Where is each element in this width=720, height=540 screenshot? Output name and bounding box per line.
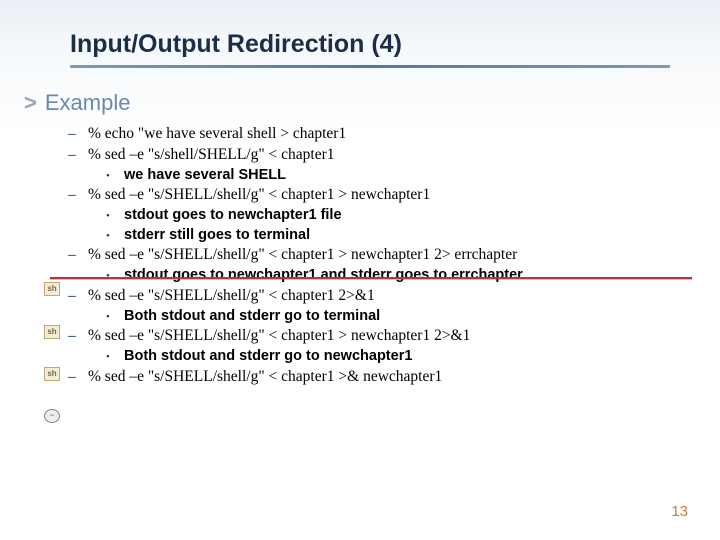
sub-text: stdout goes to newchapter1 file <box>124 206 342 226</box>
subtitle-row: > Example <box>24 90 720 116</box>
underline-red <box>50 277 692 279</box>
dash-icon: – <box>68 286 80 307</box>
sub-text: stderr still goes to terminal <box>124 226 310 246</box>
dash-icon: – <box>68 245 80 266</box>
sub-text: Both stdout and stderr go to newchapter1 <box>124 347 412 367</box>
sub-item: • stderr still goes to terminal <box>68 226 700 246</box>
sub-item: • stdout goes to newchapter1 file <box>68 206 700 226</box>
bullet-icon: • <box>106 166 116 184</box>
cmd-text: % sed –e "s/SHELL/shell/g" < chapter1 >&… <box>88 367 442 388</box>
sub-text: we have several SHELL <box>124 166 286 186</box>
dash-icon: – <box>68 145 80 166</box>
dash-icon: – <box>68 185 80 206</box>
chevron-icon: > <box>24 90 37 116</box>
title-underline <box>70 65 670 68</box>
list-item: – % echo "we have several shell > chapte… <box>68 124 700 145</box>
sh-shell-icon: sh <box>44 282 60 296</box>
slide: Input/Output Redirection (4) > Example –… <box>0 0 720 388</box>
list-item: – % sed –e "s/SHELL/shell/g" < chapter1 … <box>68 367 700 388</box>
sub-item: • Both stdout and stderr go to newchapte… <box>68 347 700 367</box>
cmd-text: % sed –e "s/SHELL/shell/g" < chapter1 > … <box>88 326 470 347</box>
list-item: – % sed –e "s/SHELL/shell/g" < chapter1 … <box>68 245 700 266</box>
bullet-icon: • <box>106 347 116 365</box>
bullet-icon: • <box>106 226 116 244</box>
cmd-text: % sed –e "s/SHELL/shell/g" < chapter1 > … <box>88 185 430 206</box>
list-item: – % sed –e "s/SHELL/shell/g" < chapter1 … <box>68 286 700 307</box>
bullet-icon: • <box>106 206 116 224</box>
slide-title: Input/Output Redirection (4) <box>70 30 670 59</box>
list-item: – % sed –e "s/shell/SHELL/g" < chapter1 <box>68 145 700 166</box>
cmd-text: % echo "we have several shell > chapter1 <box>88 124 346 145</box>
sh-shell-icon: sh <box>44 367 60 381</box>
csh-shell-icon: ~ <box>44 409 60 423</box>
dash-icon: – <box>68 367 80 388</box>
sub-text: Both stdout and stderr go to terminal <box>124 307 380 327</box>
sh-shell-icon: sh <box>44 325 60 339</box>
cmd-text: % sed –e "s/shell/SHELL/g" < chapter1 <box>88 145 335 166</box>
sub-item: • we have several SHELL <box>68 166 700 186</box>
content: – % echo "we have several shell > chapte… <box>0 124 720 388</box>
cmd-text: % sed –e "s/SHELL/shell/g" < chapter1 2>… <box>88 286 375 307</box>
list-item: – % sed –e "s/SHELL/shell/g" < chapter1 … <box>68 326 700 347</box>
cmd-text: % sed –e "s/SHELL/shell/g" < chapter1 > … <box>88 245 517 266</box>
dash-icon: – <box>68 124 80 145</box>
list-item: – % sed –e "s/SHELL/shell/g" < chapter1 … <box>68 185 700 206</box>
dash-icon: – <box>68 326 80 347</box>
sub-item: • Both stdout and stderr go to terminal <box>68 307 700 327</box>
bullet-icon: • <box>106 307 116 325</box>
subtitle: Example <box>45 90 131 116</box>
title-wrap: Input/Output Redirection (4) <box>0 30 720 76</box>
bullet-icon: • <box>106 266 116 284</box>
page-number: 13 <box>671 503 688 520</box>
